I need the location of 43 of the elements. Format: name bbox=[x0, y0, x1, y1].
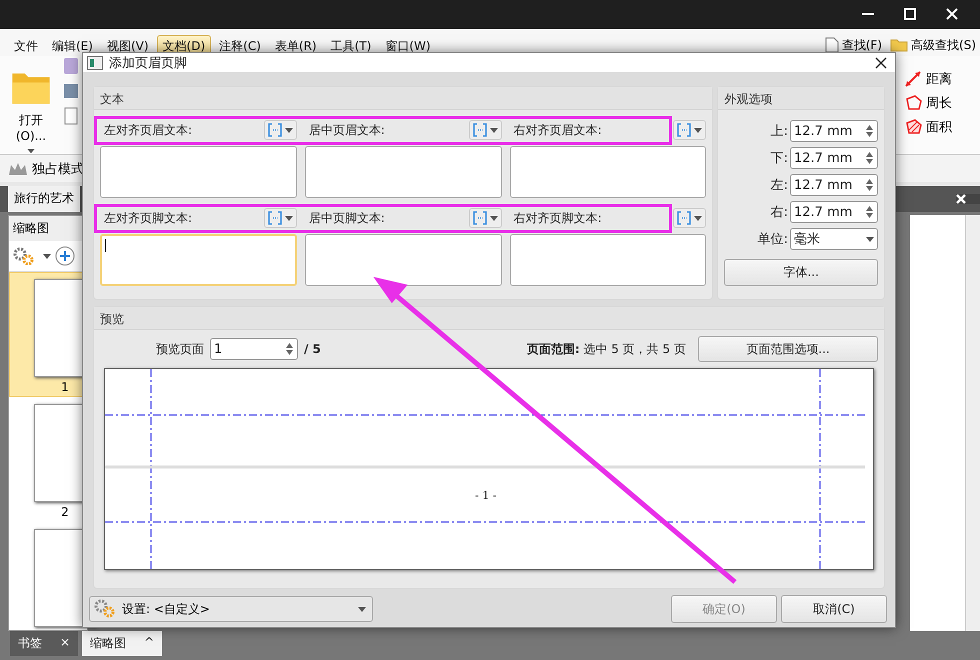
tab-close-icon[interactable]: × bbox=[60, 635, 70, 652]
spin-box[interactable]: 12.7 mm bbox=[790, 174, 878, 196]
spin-box[interactable]: 12.7 mm bbox=[790, 147, 878, 169]
panel-tab[interactable]: 书签 × bbox=[10, 631, 78, 656]
field-label: 右: bbox=[770, 204, 788, 221]
page-number: 1 bbox=[61, 380, 69, 394]
panel-tab[interactable]: 缩略图 ^ bbox=[82, 631, 162, 656]
field-label: 居中页脚文本: bbox=[308, 210, 386, 226]
document-tab[interactable]: 旅行的艺术 bbox=[8, 186, 80, 212]
measure-tool-button[interactable]: 周长 bbox=[904, 94, 980, 112]
group-title: 预览 bbox=[94, 307, 884, 330]
field-label: 左对齐页眉文本: bbox=[104, 122, 194, 138]
field-label: 居中页眉文本: bbox=[308, 122, 386, 138]
field-label: 左对齐页脚文本: bbox=[104, 210, 194, 226]
page-spin-box[interactable]: 1 bbox=[210, 338, 298, 360]
measure-tool-button[interactable]: 面积 bbox=[904, 118, 980, 136]
spin-box[interactable]: 12.7 mm bbox=[790, 201, 878, 223]
open-button[interactable]: 打开(O)... bbox=[0, 56, 62, 154]
spin-box[interactable]: 12.7 mm bbox=[790, 120, 878, 142]
page-number: - 1 - bbox=[475, 489, 496, 502]
field-label: 右对齐页眉文本: bbox=[514, 122, 603, 138]
group-title: 外观选项 bbox=[718, 87, 884, 110]
field-label: 下: bbox=[770, 150, 788, 167]
field-label: 上: bbox=[770, 123, 788, 140]
page-range-button[interactable]: 页面范围选项... bbox=[698, 336, 878, 362]
font-button[interactable]: 字体... bbox=[724, 259, 878, 286]
menu-item[interactable]: 文件 bbox=[8, 34, 44, 58]
search-button[interactable]: 查找(F) bbox=[820, 34, 886, 56]
settings-dropdown[interactable]: 设置: <自定义> bbox=[89, 596, 373, 622]
page-range-text: 页面范围: 选中 5 页，共 5 页 bbox=[526, 340, 686, 358]
dialog-button[interactable]: 取消(C) bbox=[781, 595, 887, 623]
tab-close-icon[interactable]: ^ bbox=[144, 635, 154, 652]
unit-dropdown[interactable]: 毫米 bbox=[790, 228, 878, 250]
menu-item[interactable]: 编辑(E) bbox=[46, 34, 99, 58]
field-label: 预览页面 bbox=[156, 340, 204, 358]
search-button[interactable]: 高级查找(S) bbox=[886, 34, 980, 56]
field-label: 左: bbox=[770, 177, 788, 194]
page-number: 2 bbox=[61, 505, 69, 520]
field-label: 单位: bbox=[758, 231, 788, 248]
page-total: / 5 bbox=[304, 342, 321, 356]
measure-tool-button[interactable]: 距离 bbox=[904, 70, 980, 88]
group-title: 文本 bbox=[94, 87, 712, 110]
field-label: 右对齐页脚文本: bbox=[514, 210, 603, 226]
